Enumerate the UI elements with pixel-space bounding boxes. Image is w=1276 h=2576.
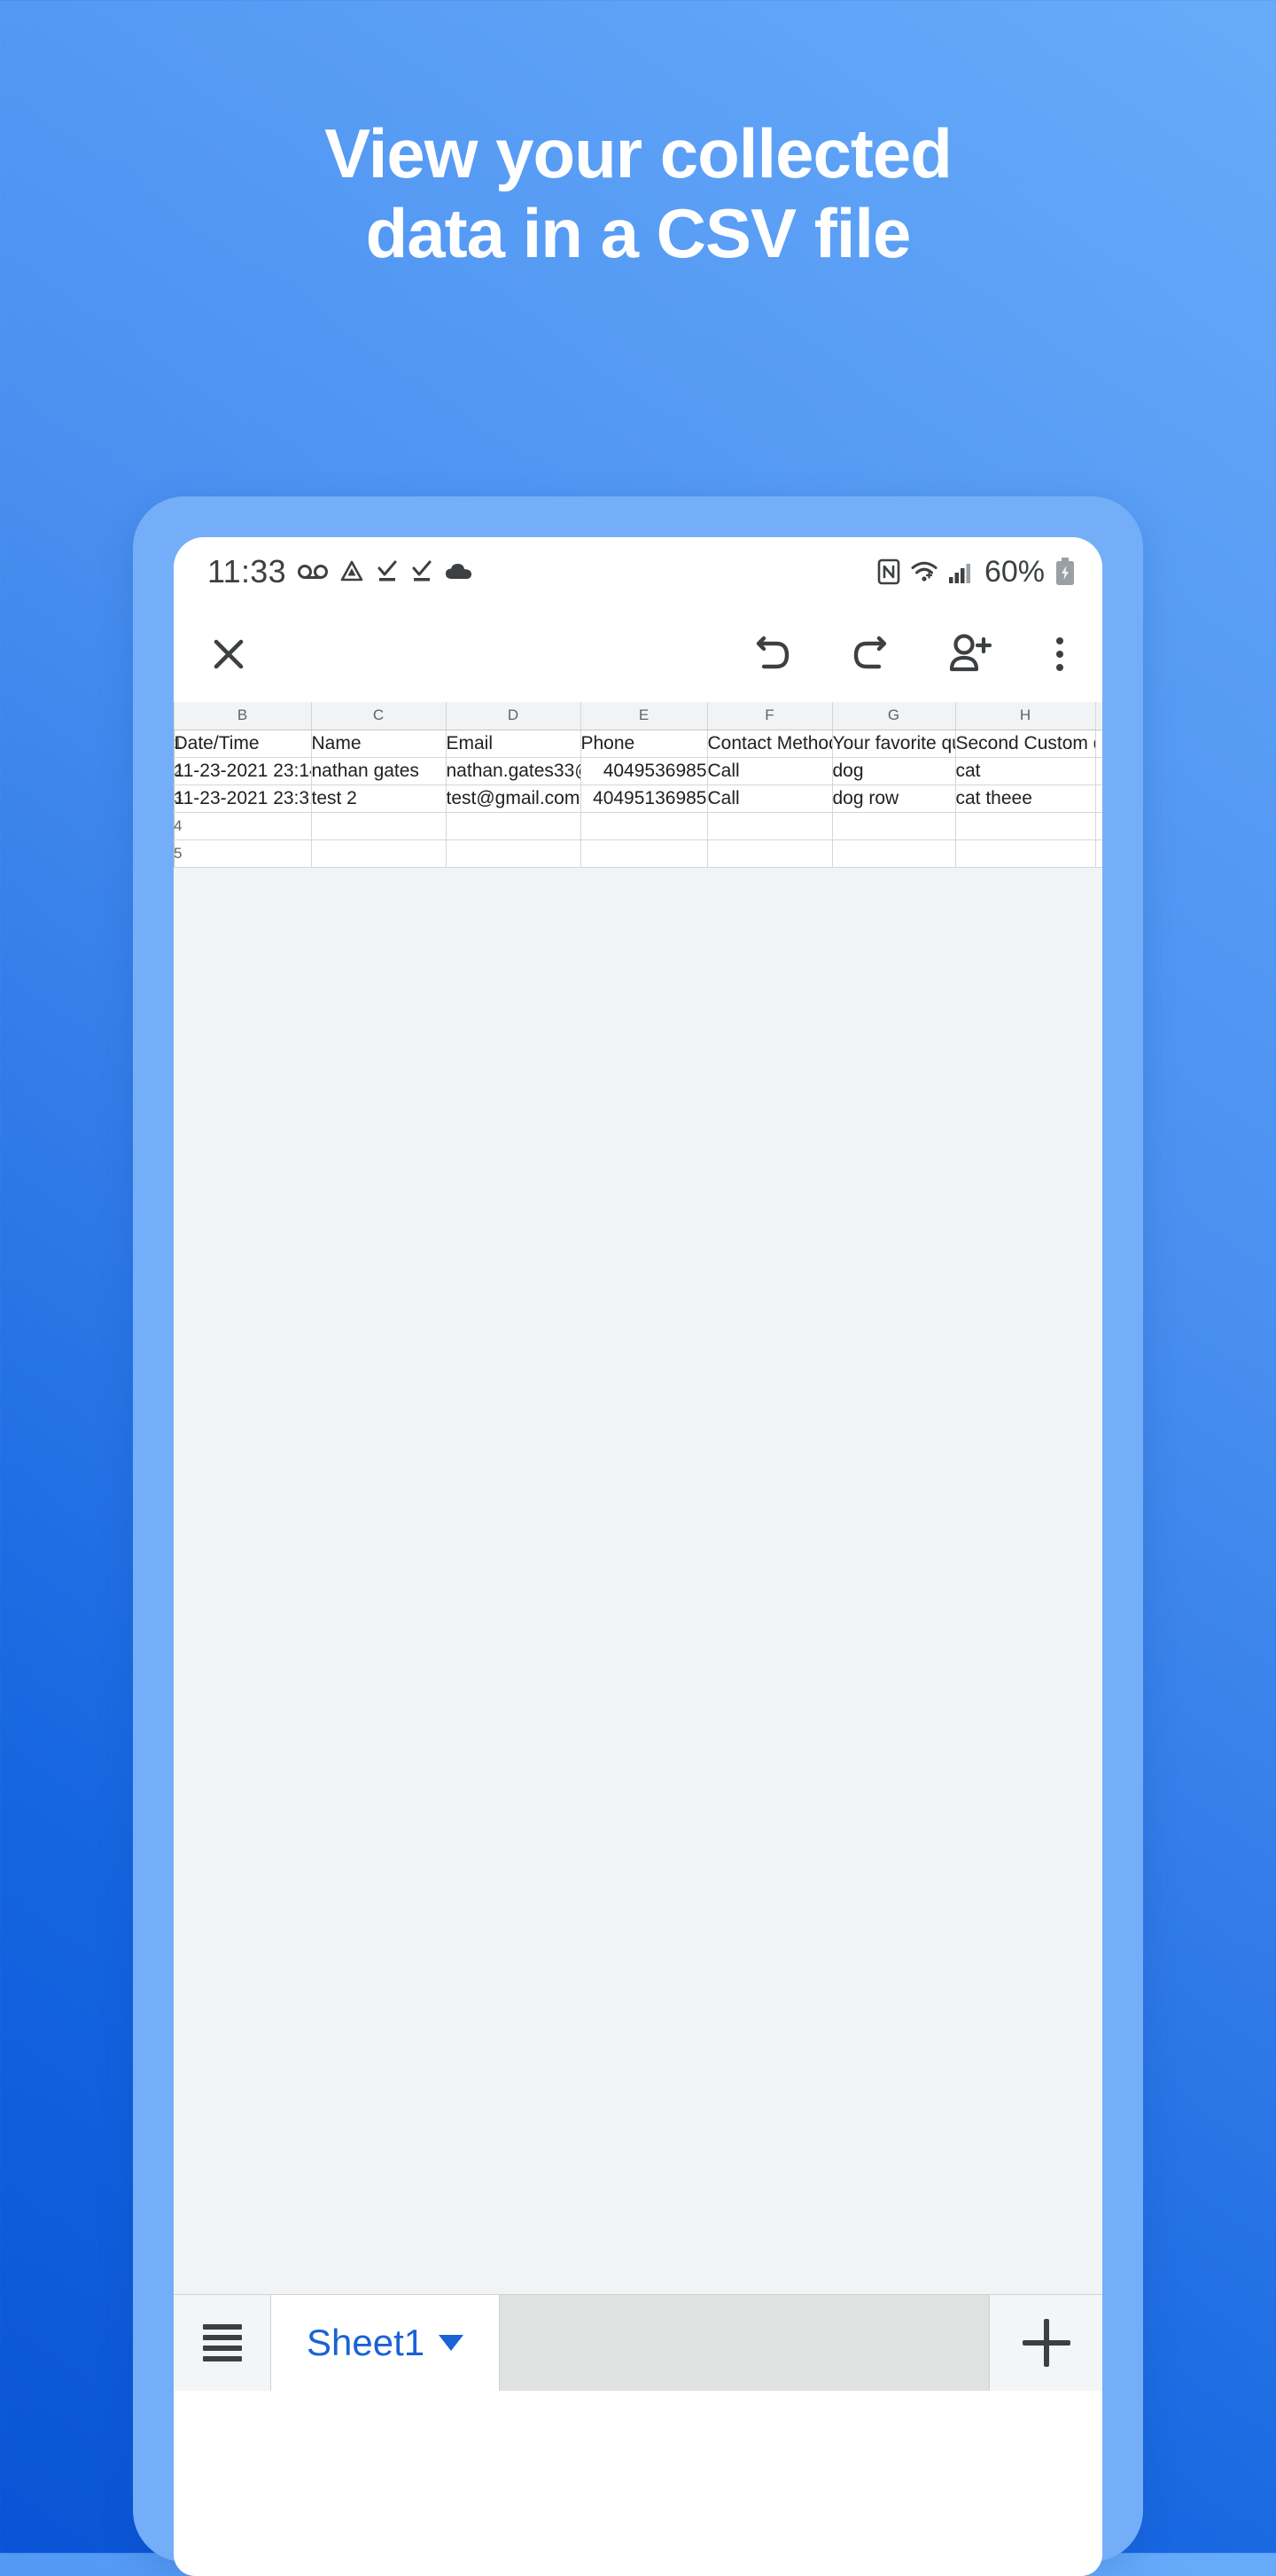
status-bar: 11:33 60% (174, 537, 1102, 606)
cell-f2[interactable]: Call (707, 757, 833, 785)
chevron-down-icon (439, 2335, 464, 2351)
add-sheet-icon (1022, 2319, 1070, 2367)
phone-mockup: 11:33 60% B C D E F G H Date/Time Name E… (133, 496, 1143, 2576)
cell-i1[interactable] (1095, 730, 1102, 758)
cell-b3[interactable]: 11-23-2021 23:31 (174, 785, 312, 813)
column-header-e[interactable]: E (580, 702, 708, 730)
cell-f4[interactable] (707, 812, 833, 840)
status-bar-left: 11:33 (207, 553, 473, 590)
share-add-person-button[interactable] (945, 631, 996, 677)
redo-icon (853, 636, 887, 669)
cell-b2[interactable]: 11-23-2021 23:14 (174, 757, 312, 785)
undo-icon (756, 636, 790, 669)
column-header-b[interactable]: B (174, 702, 312, 730)
add-person-icon (949, 634, 992, 672)
cell-g4[interactable] (832, 812, 956, 840)
toolbar-actions (750, 631, 1072, 677)
cell-g5[interactable] (832, 839, 956, 868)
table-row: 2 11-23-2021 23:14 nathan gates nathan.g… (174, 757, 1102, 785)
table-row: 1 Date/Time Name Email Phone Contact Met… (174, 730, 1102, 758)
cell-f5[interactable] (707, 839, 833, 868)
column-header-d[interactable]: D (446, 702, 581, 730)
cell-i2[interactable] (1095, 757, 1102, 785)
cell-e2[interactable]: 4049536985 (580, 757, 708, 785)
cloud-icon (445, 564, 471, 579)
cell-d4[interactable] (446, 812, 581, 840)
page-title-line-2: data in a CSV file (365, 194, 912, 273)
column-header-h[interactable]: H (955, 702, 1096, 730)
download-done-icon (412, 560, 432, 582)
voicemail-icon (297, 565, 328, 579)
cell-e1[interactable]: Phone (580, 730, 708, 758)
cell-d1[interactable]: Email (446, 730, 581, 758)
cell-h2[interactable]: cat (955, 757, 1096, 785)
cell-g2[interactable]: dog (832, 757, 956, 785)
status-bar-right: 60% (877, 555, 1076, 589)
undo-button[interactable] (750, 631, 796, 677)
cell-b5[interactable] (174, 839, 312, 868)
cell-c1[interactable]: Name (311, 730, 447, 758)
cell-c5[interactable] (311, 839, 447, 868)
column-header-f[interactable]: F (707, 702, 833, 730)
cell-e4[interactable] (580, 812, 708, 840)
download-done-icon (377, 560, 397, 582)
all-sheets-icon (202, 2324, 242, 2361)
cell-h5[interactable] (955, 839, 1096, 868)
column-header-c[interactable]: C (311, 702, 447, 730)
sheet-tab-label: Sheet1 (307, 2322, 425, 2363)
spreadsheet-area: B C D E F G H 1 Date/Time Name Email Pho… (174, 702, 1102, 2391)
cell-i5[interactable] (1095, 839, 1102, 868)
cell-e5[interactable] (580, 839, 708, 868)
app-toolbar (174, 606, 1102, 702)
cell-d2[interactable]: nathan.gates33@ (446, 757, 581, 785)
column-header-row: B C D E F G H (174, 702, 1102, 730)
cell-b4[interactable] (174, 812, 312, 840)
cell-c2[interactable]: nathan gates (311, 757, 447, 785)
overflow-menu-icon (1047, 637, 1072, 671)
table-row: 3 11-23-2021 23:31 test 2 test@gmail.com… (174, 785, 1102, 813)
close-button[interactable] (206, 631, 252, 677)
cell-i4[interactable] (1095, 812, 1102, 840)
add-sheet-button[interactable] (989, 2295, 1102, 2391)
column-header-g[interactable]: G (832, 702, 956, 730)
cell-f1[interactable]: Contact Method (707, 730, 833, 758)
status-bar-clock: 11:33 (207, 553, 286, 589)
battery-charging-icon (1056, 558, 1074, 585)
cell-g1[interactable]: Your favorite que (832, 730, 956, 758)
cell-h1[interactable]: Second Custom que (955, 730, 1096, 758)
cell-c4[interactable] (311, 812, 447, 840)
sheet-bar-spacer (500, 2295, 989, 2391)
spreadsheet-grid[interactable]: B C D E F G H 1 Date/Time Name Email Pho… (174, 702, 1102, 868)
column-header-i[interactable] (1095, 702, 1102, 730)
sheet-tab-sheet1[interactable]: Sheet1 (271, 2295, 501, 2391)
page-title-line-1: View your collected (324, 114, 953, 192)
cell-h4[interactable] (955, 812, 1096, 840)
battery-percent-label: 60% (984, 554, 1045, 589)
sheet-tab-bar: Sheet1 (174, 2294, 1102, 2391)
nfc-icon (877, 558, 900, 585)
overflow-menu-button[interactable] (1047, 637, 1072, 671)
table-row: 4 (174, 812, 1102, 840)
cell-e3[interactable]: 40495136985 (580, 785, 708, 813)
all-sheets-button[interactable] (174, 2295, 271, 2391)
page-title: View your collected data in a CSV file (0, 113, 1276, 274)
cell-g3[interactable]: dog row (832, 785, 956, 813)
phone-screen: 11:33 60% B C D E F G H Date/Time Name E… (174, 537, 1102, 2576)
cell-c3[interactable]: test 2 (311, 785, 447, 813)
cell-h3[interactable]: cat theee (955, 785, 1096, 813)
redo-button[interactable] (847, 631, 893, 677)
close-icon (214, 639, 244, 669)
wifi-icon (911, 561, 938, 582)
cell-d5[interactable] (446, 839, 581, 868)
cell-f3[interactable]: Call (707, 785, 833, 813)
cell-d3[interactable]: test@gmail.com (446, 785, 581, 813)
cell-i3[interactable] (1095, 785, 1102, 813)
drive-icon (340, 560, 363, 582)
signal-icon (948, 564, 970, 583)
cell-b1[interactable]: Date/Time (174, 730, 312, 758)
table-row: 5 (174, 839, 1102, 868)
